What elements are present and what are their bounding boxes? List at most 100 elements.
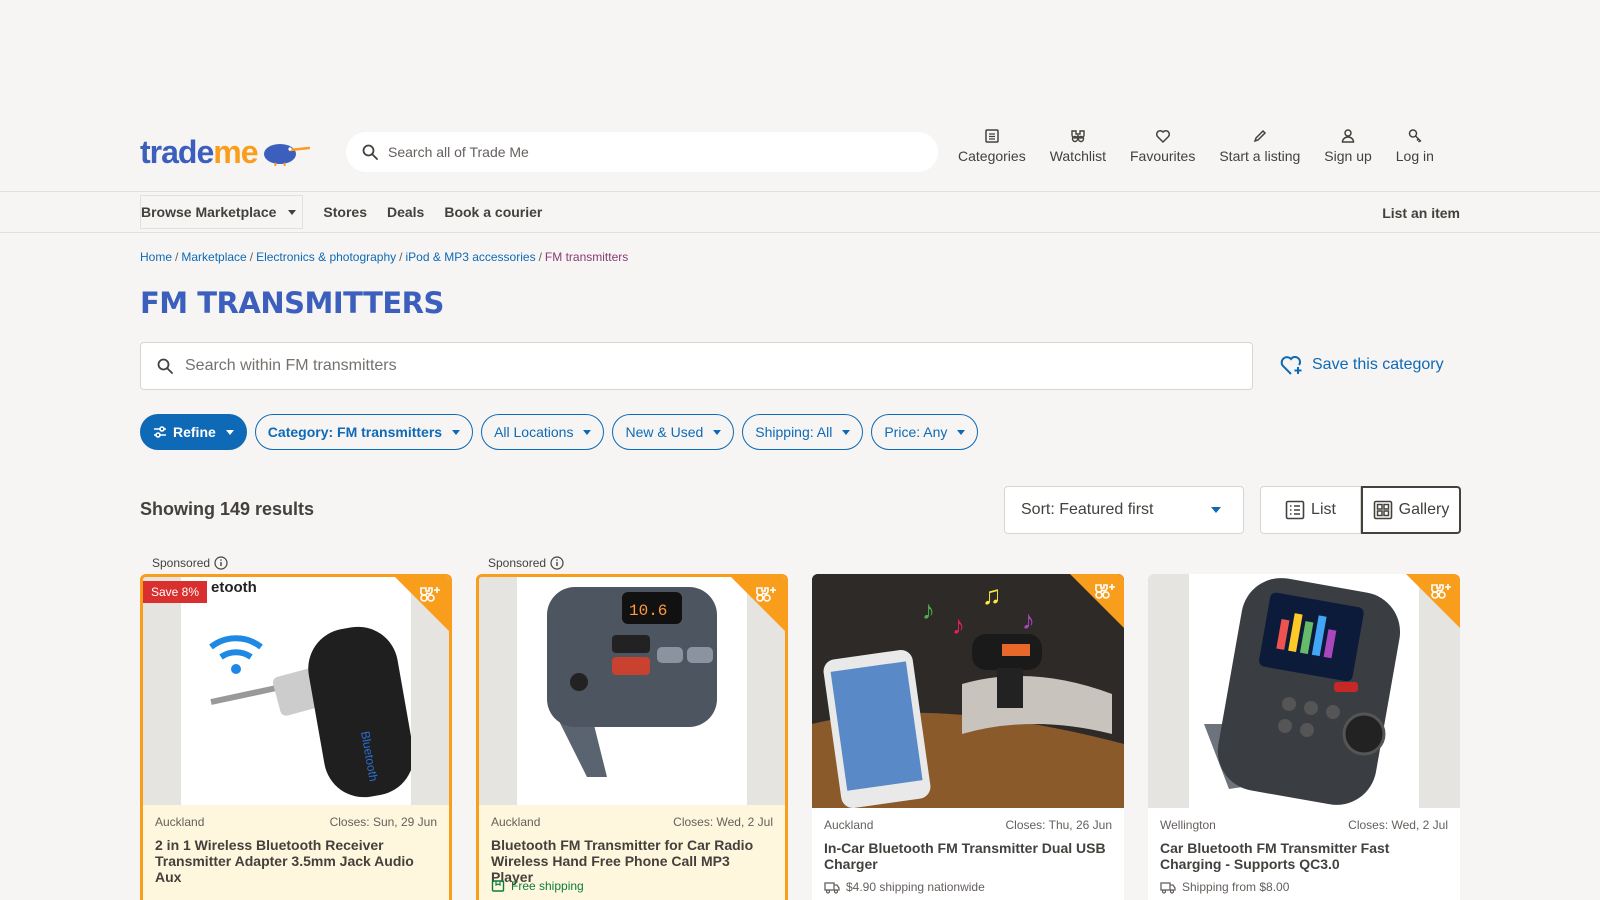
gallery-view-label: Gallery (1398, 501, 1450, 518)
filter-price[interactable]: Price: Any (871, 414, 979, 450)
car-fm-transmitter-image (1204, 578, 1401, 805)
gallery-view-button[interactable]: Gallery (1361, 486, 1461, 534)
info-icon[interactable] (214, 556, 228, 570)
pencil-icon (1253, 129, 1266, 143)
listing-location: Auckland (155, 815, 205, 829)
listing-closes: Closes: Wed, 2 Jul (1348, 818, 1448, 832)
filter-locations-label: All Locations (494, 424, 574, 440)
nav-favourites[interactable]: Favourites (1130, 128, 1195, 164)
list-view-icon (1285, 500, 1305, 520)
filter-price-label: Price: Any (884, 424, 948, 440)
nav-watchlist[interactable]: Watchlist (1050, 128, 1106, 164)
filter-condition[interactable]: New & Used (612, 414, 735, 450)
nav-categories[interactable]: Categories (958, 128, 1026, 164)
nav-categories-label: Categories (958, 148, 1026, 164)
subnav-link-deals[interactable]: Deals (387, 204, 424, 220)
page-title: FM TRANSMITTERS (140, 286, 444, 320)
browse-marketplace-button[interactable]: Browse Marketplace (140, 195, 304, 229)
svg-text:♪: ♪ (1022, 605, 1035, 635)
truck-icon (824, 882, 840, 894)
discount-badge: Save 8% (143, 581, 208, 603)
add-to-watchlist-icon[interactable] (1430, 582, 1452, 602)
kiwi-icon (263, 143, 310, 166)
results-count: Showing 149 results (140, 499, 315, 519)
breadcrumb-marketplace[interactable]: Marketplace (181, 250, 246, 264)
caret-down-icon (225, 429, 234, 435)
svg-text:10.6: 10.6 (629, 602, 667, 620)
nav-sign-up-label: Sign up (1324, 148, 1372, 164)
svg-text:♪: ♪ (952, 610, 965, 640)
sort-dropdown[interactable]: Sort: Featured first (1004, 486, 1244, 534)
add-to-watchlist-icon[interactable] (755, 585, 777, 605)
listing-image[interactable]: etooth Bluetooth Save 8% (143, 577, 449, 805)
filter-shipping[interactable]: Shipping: All (742, 414, 864, 450)
nav-watchlist-label: Watchlist (1049, 148, 1106, 164)
category-search-bar[interactable] (140, 342, 1253, 390)
global-search-bar[interactable] (346, 132, 938, 172)
svg-text:♪: ♪ (922, 595, 935, 625)
nav-favourites-label: Favourites (1129, 148, 1196, 164)
nav-start-listing[interactable]: Start a listing (1219, 128, 1300, 164)
caret-down-icon (842, 429, 851, 435)
listing-location: Auckland (491, 815, 541, 829)
breadcrumb-electronics[interactable]: Electronics & photography (256, 250, 396, 264)
subnav-link-book-courier[interactable]: Book a courier (444, 204, 542, 220)
refine-button[interactable]: Refine (140, 414, 247, 450)
category-search-input[interactable] (185, 357, 1185, 375)
nav-log-in[interactable]: Log in (1396, 128, 1434, 164)
gallery-view-icon (1373, 500, 1392, 520)
sub-navigation: Browse Marketplace Stores Deals Book a c… (0, 193, 1600, 233)
listing-image[interactable]: 10.6 (479, 577, 785, 805)
listing-location: Wellington (1160, 818, 1216, 832)
listing-title[interactable]: 2 in 1 Wireless Bluetooth Receiver Trans… (155, 837, 437, 885)
caret-down-icon (957, 429, 966, 435)
listing-title[interactable]: In-Car Bluetooth FM Transmitter Dual USB… (824, 840, 1112, 872)
list-view-button[interactable]: List (1260, 486, 1361, 534)
site-header: trademe Categories Watchlist Favourites … (0, 120, 1600, 192)
add-to-watchlist-icon[interactable] (419, 585, 441, 605)
sliders-icon (154, 426, 166, 438)
nav-sign-up[interactable]: Sign up (1324, 128, 1372, 164)
listing-shipping: $4.90 shipping nationwide (824, 880, 985, 894)
person-icon (1341, 129, 1355, 143)
nav-log-in-label: Log in (1395, 148, 1434, 164)
info-icon[interactable] (550, 556, 564, 570)
browse-marketplace-label: Browse Marketplace (141, 204, 277, 220)
subnav-link-stores[interactable]: Stores (323, 204, 367, 220)
truck-icon (1160, 882, 1176, 894)
filter-condition-label: New & Used (625, 424, 704, 440)
caret-down-icon (452, 429, 461, 435)
listing-shipping: Shipping from $8.00 (1160, 880, 1289, 894)
listing-card[interactable]: Wellington Closes: Wed, 2 Jul Car Blueto… (1148, 574, 1460, 900)
nav-start-listing-label: Start a listing (1219, 148, 1301, 164)
refine-label: Refine (173, 424, 216, 440)
add-to-watchlist-icon[interactable] (1094, 582, 1116, 602)
listing-image[interactable]: ♪ ♪ ♫ ♪ (812, 574, 1124, 808)
filter-bar: Refine Category: FM transmitters All Loc… (140, 414, 986, 450)
save-category-button[interactable]: Save this category (1280, 354, 1444, 376)
filter-category-label: Category: FM transmitters (267, 424, 443, 440)
breadcrumb-ipod-accessories[interactable]: iPod & MP3 accessories (406, 250, 536, 264)
filter-category[interactable]: Category: FM transmitters (254, 414, 474, 450)
listing-title[interactable]: Car Bluetooth FM Transmitter Fast Chargi… (1160, 840, 1448, 872)
sponsored-label: Sponsored (152, 556, 228, 570)
heart-plus-icon (1280, 356, 1302, 375)
listing-image[interactable] (1148, 574, 1460, 808)
list-view-label: List (1311, 501, 1336, 518)
listing-closes: Closes: Sun, 29 Jun (329, 815, 437, 829)
sort-label: Sort: Featured first (1021, 501, 1154, 518)
listing-title[interactable]: Bluetooth FM Transmitter for Car Radio W… (491, 837, 773, 885)
binoculars-icon (1071, 130, 1085, 143)
listing-shipping: Free shipping (491, 879, 584, 893)
global-search-input[interactable] (388, 144, 888, 160)
listing-card[interactable]: 10.6 Auckland Closes: Wed, 2 Jul Bluetoo… (476, 574, 788, 900)
listing-card[interactable]: etooth Bluetooth Save 8% Auckland Closes… (140, 574, 452, 900)
breadcrumb-home[interactable]: Home (140, 250, 172, 264)
breadcrumb-current: FM transmitters (544, 250, 629, 264)
key-icon (1408, 129, 1422, 143)
trademe-logo[interactable]: trademe (140, 134, 310, 171)
listing-card[interactable]: ♪ ♪ ♫ ♪ Auckland Closes: Thu, 26 Jun In-… (812, 574, 1124, 900)
listing-closes: Closes: Thu, 26 Jun (1005, 818, 1112, 832)
list-an-item-link[interactable]: List an item (1382, 205, 1460, 221)
filter-locations[interactable]: All Locations (481, 414, 605, 450)
